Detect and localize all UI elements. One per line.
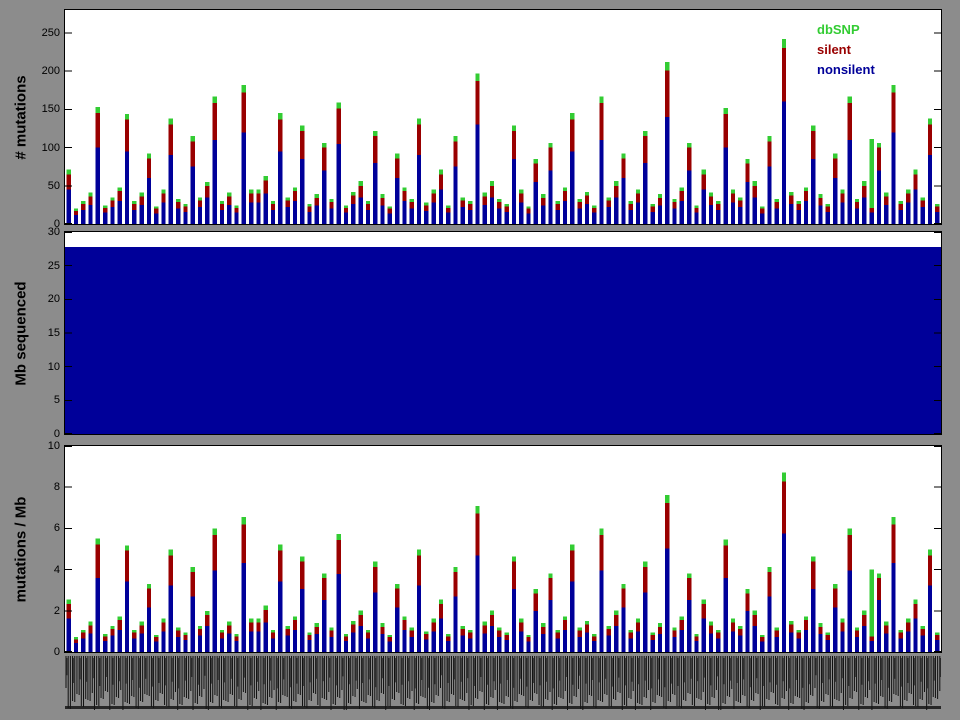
y-tick-label: 15: [14, 326, 60, 340]
y-tick-label: 20: [14, 292, 60, 306]
y-tick-label: 4: [14, 563, 60, 577]
mutations-per-mb-panel: [65, 446, 941, 652]
mb-sequenced-panel: [65, 232, 941, 434]
y-tick-label: 30: [14, 225, 60, 239]
y-tick-label: 8: [14, 480, 60, 494]
y-tick-label: 2: [14, 604, 60, 618]
legend-item-nonsilent: nonsilent: [817, 60, 875, 80]
legend-item-dbsnp: dbSNP: [817, 20, 875, 40]
sample-labels-strip: [65, 656, 941, 710]
y-axis-label-mutations-per-mb: mutations / Mb: [0, 446, 42, 652]
y-tick-label: 10: [14, 360, 60, 374]
y-tick-label: 50: [14, 179, 60, 193]
legend: dbSNP silent nonsilent: [817, 20, 875, 80]
y-tick-label: 100: [14, 141, 60, 155]
mb-sequenced-chart: [65, 232, 941, 434]
y-tick-label: 6: [14, 521, 60, 535]
y-tick-label: 5: [14, 393, 60, 407]
y-tick-label: 25: [14, 259, 60, 273]
y-axis-label-text: mutations / Mb: [13, 496, 30, 602]
mutation-counts-panel: dbSNP silent nonsilent: [65, 10, 941, 224]
y-tick-label: 150: [14, 102, 60, 116]
mutation-counts-chart: [65, 10, 941, 224]
y-tick-label: 250: [14, 26, 60, 40]
sample-labels-texture: [65, 656, 941, 710]
y-tick-label: 200: [14, 64, 60, 78]
mutation-rate-figure: # mutations Mb sequenced mutations / Mb …: [0, 0, 960, 720]
legend-item-silent: silent: [817, 40, 875, 60]
mutations-per-mb-chart: [65, 446, 941, 652]
y-tick-label: 10: [14, 439, 60, 453]
y-tick-label: 0: [14, 645, 60, 659]
